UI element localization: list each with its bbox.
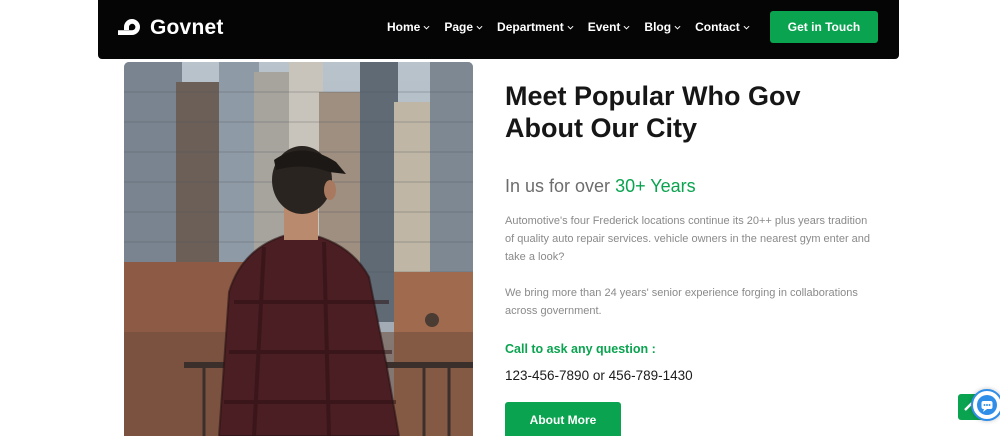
chevron-down-icon <box>623 25 630 30</box>
about-paragraph-1: Automotive's four Frederick locations co… <box>505 215 871 263</box>
title-line-2: About Our City <box>505 113 697 143</box>
chat-support-icon <box>977 395 997 415</box>
nav-item-label: Department <box>497 20 564 34</box>
title-line-1: Meet Popular Who Gov <box>505 81 801 111</box>
nav-item-label: Home <box>387 20 421 34</box>
nav-item-department[interactable]: Department <box>497 20 574 34</box>
phone-numbers[interactable]: 123-456-7890 or 456-789-1430 <box>505 368 875 383</box>
nav-item-label: Blog <box>644 20 672 34</box>
main-nav: Home Page Department Event Blog Contact <box>387 20 764 34</box>
subtitle-prefix: In us for over <box>505 176 616 196</box>
brand-logo[interactable]: Govnet <box>116 14 224 42</box>
about-more-button[interactable]: About More <box>505 402 621 436</box>
get-in-touch-button[interactable]: Get in Touch <box>770 11 878 43</box>
site-header: Govnet Home Page Department Event Blog C… <box>98 0 899 59</box>
nav-item-blog[interactable]: Blog <box>644 20 681 34</box>
nav-item-page[interactable]: Page <box>444 20 483 34</box>
nav-item-label: Contact <box>695 20 740 34</box>
section-subtitle: In us for over 30+ Years <box>505 176 875 197</box>
nav-item-contact[interactable]: Contact <box>695 20 750 34</box>
chevron-down-icon <box>743 25 750 30</box>
nav-item-home[interactable]: Home <box>387 20 430 34</box>
chat-support-button[interactable] <box>971 389 1000 421</box>
about-content: Meet Popular Who Gov About Our City In u… <box>505 80 875 383</box>
chevron-down-icon <box>567 25 574 30</box>
chevron-down-icon <box>674 25 681 30</box>
subtitle-highlight: 30+ Years <box>615 176 696 196</box>
brand-name: Govnet <box>150 16 224 39</box>
about-photo <box>124 62 473 436</box>
chevron-down-icon <box>423 25 430 30</box>
nav-item-event[interactable]: Event <box>588 20 631 34</box>
about-paragraph-2: We bring more than 24 years' senior expe… <box>505 287 858 317</box>
call-label: Call to ask any question : <box>505 342 656 356</box>
nav-item-label: Event <box>587 20 621 34</box>
nav-item-label: Page <box>444 20 474 34</box>
govnet-logo-icon <box>116 17 146 39</box>
chevron-down-icon <box>476 25 483 30</box>
section-title: Meet Popular Who Gov About Our City <box>505 80 875 144</box>
